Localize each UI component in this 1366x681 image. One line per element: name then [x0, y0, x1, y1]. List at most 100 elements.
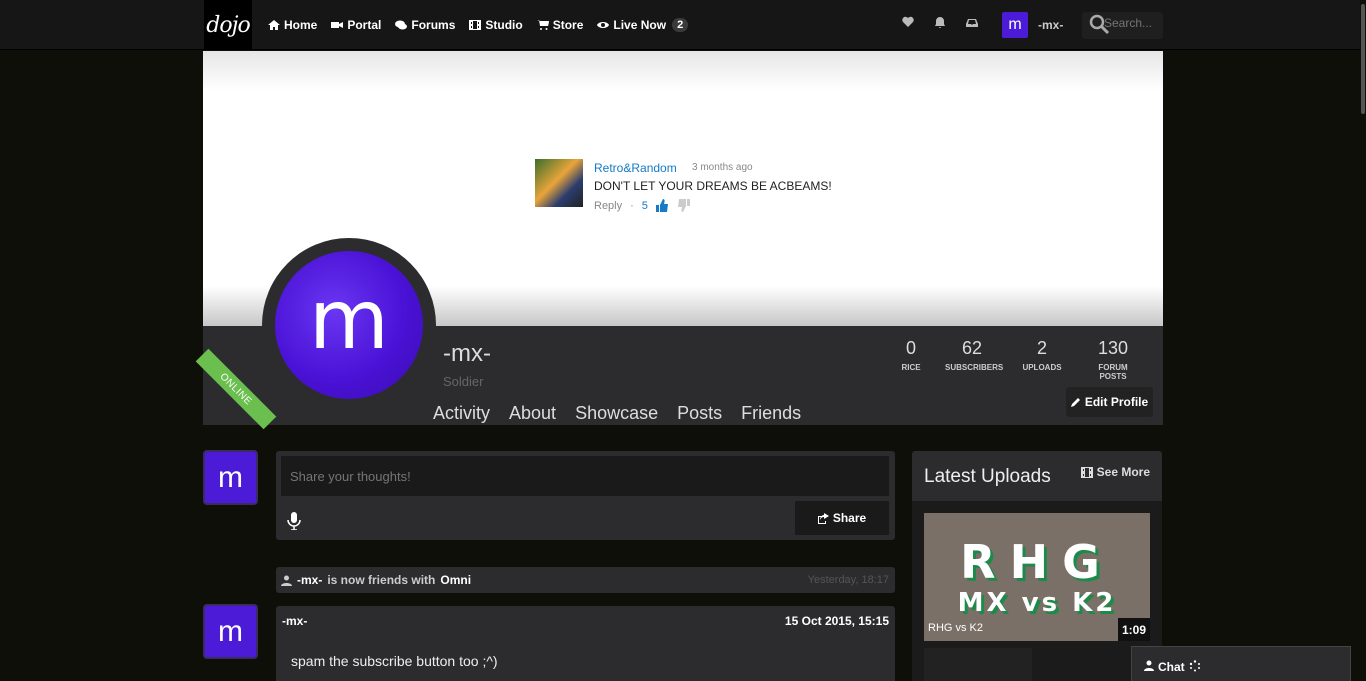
video-camera-icon [331, 22, 344, 28]
tab-activity[interactable]: Activity [433, 403, 490, 424]
scrollbar-thumb[interactable] [1361, 4, 1365, 114]
post-author[interactable]: -mx- [282, 614, 307, 628]
stat-subscribers-value: 62 [961, 338, 983, 358]
share-button[interactable]: Share [795, 501, 889, 535]
nav-forums[interactable]: Forums [395, 18, 455, 32]
thumbs-up-icon [655, 199, 668, 212]
activity-time: Yesterday, 18:17 [807, 574, 889, 586]
nav-right-icons [902, 16, 978, 28]
thoughts-input[interactable] [281, 456, 889, 496]
tab-about[interactable]: About [509, 403, 556, 424]
see-more-button[interactable]: See More [1080, 465, 1150, 479]
stat-rice-value: 0 [905, 338, 916, 358]
upload-thumbnail-2[interactable] [924, 648, 1032, 681]
live-count-badge: 2 [672, 18, 689, 32]
user-icon [1144, 660, 1154, 671]
upload-duration: 1:09 [1118, 618, 1150, 641]
film-icon [1080, 466, 1093, 478]
nav-live-now-label: Live Now [613, 18, 667, 32]
stat-forum-posts-value: 130 [1097, 338, 1129, 358]
tab-posts[interactable]: Posts [677, 403, 722, 424]
comment-time: 3 months ago [692, 162, 753, 173]
nav-studio[interactable]: Studio [469, 18, 523, 32]
edit-profile-button[interactable]: Edit Profile [1066, 387, 1153, 417]
upload-thumbnail[interactable]: RHG MX vs K2 RHG vs K2 1:09 [924, 513, 1150, 641]
stat-uploads[interactable]: 2 UPLOADS [1007, 338, 1077, 381]
stat-forum-posts[interactable]: 130 FORUM POSTS [1077, 338, 1149, 381]
user-name: -mx- [1038, 18, 1064, 32]
stat-subscribers[interactable]: 62 SUBSCRIBERS [937, 338, 1007, 381]
comment-separator: · [630, 199, 634, 212]
post-composer: Share [276, 451, 895, 540]
profile-name: -mx- [443, 340, 491, 367]
user-menu[interactable]: m -mx- [1002, 12, 1063, 38]
microphone-icon[interactable] [287, 512, 301, 530]
comment-text: DON'T LET YOUR DREAMS BE ACBEAMS! [594, 179, 832, 193]
upload-caption: RHG vs K2 [928, 622, 984, 634]
comment-actions: Reply · 5 [594, 199, 690, 212]
composer-avatar[interactable]: m [203, 450, 258, 505]
stat-forum-posts-label: FORUM POSTS [1098, 363, 1128, 381]
comments-icon [395, 20, 408, 30]
activity-item: -mx- is now friends with Omni Yesterday,… [276, 567, 895, 593]
comment-author: Retro&Random [594, 161, 677, 175]
post-avatar[interactable]: m [203, 604, 258, 659]
loading-spinner-icon [1189, 660, 1200, 672]
activity-target[interactable]: Omni [440, 573, 471, 587]
chat-bar[interactable]: Chat [1131, 646, 1351, 681]
tab-showcase[interactable]: Showcase [575, 403, 658, 424]
activity-actor[interactable]: -mx- [297, 573, 322, 587]
thumbnail-title: RHG [960, 535, 1114, 589]
bell-icon[interactable] [934, 16, 946, 28]
profile-avatar-letter: m [309, 273, 389, 368]
search-box [1082, 12, 1163, 39]
latest-uploads-header: Latest Uploads See More [912, 451, 1162, 501]
profile-stats: 0 RICE 62 SUBSCRIBERS 2 UPLOADS 130 FORU… [885, 338, 1149, 381]
top-navbar: dojo Home Portal Forums Studio Store Liv… [0, 0, 1366, 50]
stat-rice[interactable]: 0 RICE [885, 338, 937, 381]
scrollbar[interactable] [1360, 0, 1366, 681]
nav-home[interactable]: Home [268, 18, 317, 32]
stat-rice-label: RICE [901, 363, 921, 372]
nav-portal[interactable]: Portal [331, 18, 381, 32]
comment-reply: Reply [594, 199, 623, 212]
cart-icon [536, 20, 549, 30]
nav-forums-label: Forums [411, 18, 456, 32]
edit-profile-label: Edit Profile [1084, 395, 1149, 409]
wall-post: -mx- 15 Oct 2015, 15:15 spam the subscri… [276, 606, 895, 681]
post-body: spam the subscribe button too ;^) [291, 653, 498, 669]
nav-home-label: Home [284, 18, 318, 32]
nav-store-label: Store [552, 18, 584, 32]
latest-uploads-title: Latest Uploads [924, 466, 1051, 487]
dojo-logo[interactable]: dojo [204, 0, 252, 50]
profile-tabs: Activity About Showcase Posts Friends [433, 403, 801, 424]
comment-avatar [535, 159, 583, 207]
share-label: Share [832, 511, 867, 525]
stat-uploads-label: UPLOADS [1022, 363, 1062, 372]
pencil-icon [1070, 398, 1080, 407]
home-icon [268, 20, 280, 30]
thumbs-down-icon [677, 199, 690, 212]
share-icon [817, 512, 829, 524]
film-icon [469, 20, 482, 30]
nav-live-now[interactable]: Live Now 2 [597, 18, 689, 32]
profile-avatar[interactable]: m [275, 251, 423, 399]
stat-uploads-value: 2 [1036, 338, 1047, 358]
nav-store[interactable]: Store [536, 18, 584, 32]
comment-like-count: 5 [641, 199, 648, 212]
post-date: 15 Oct 2015, 15:15 [784, 614, 889, 628]
tab-friends[interactable]: Friends [741, 403, 801, 424]
search-input[interactable] [1104, 16, 1160, 30]
nav-portal-label: Portal [347, 18, 382, 32]
see-more-label: See More [1096, 465, 1150, 479]
heart-icon[interactable] [902, 16, 914, 28]
thumbnail-subtitle: MX vs K2 [957, 588, 1117, 618]
activity-text: is now friends with [327, 573, 436, 587]
chat-label: Chat [1158, 660, 1185, 674]
profile-rank: Soldier [443, 374, 484, 389]
user-icon [281, 575, 292, 586]
eye-icon [597, 22, 610, 28]
nav-studio-label: Studio [485, 18, 523, 32]
stat-subscribers-label: SUBSCRIBERS [945, 363, 1004, 372]
inbox-icon[interactable] [966, 16, 978, 28]
